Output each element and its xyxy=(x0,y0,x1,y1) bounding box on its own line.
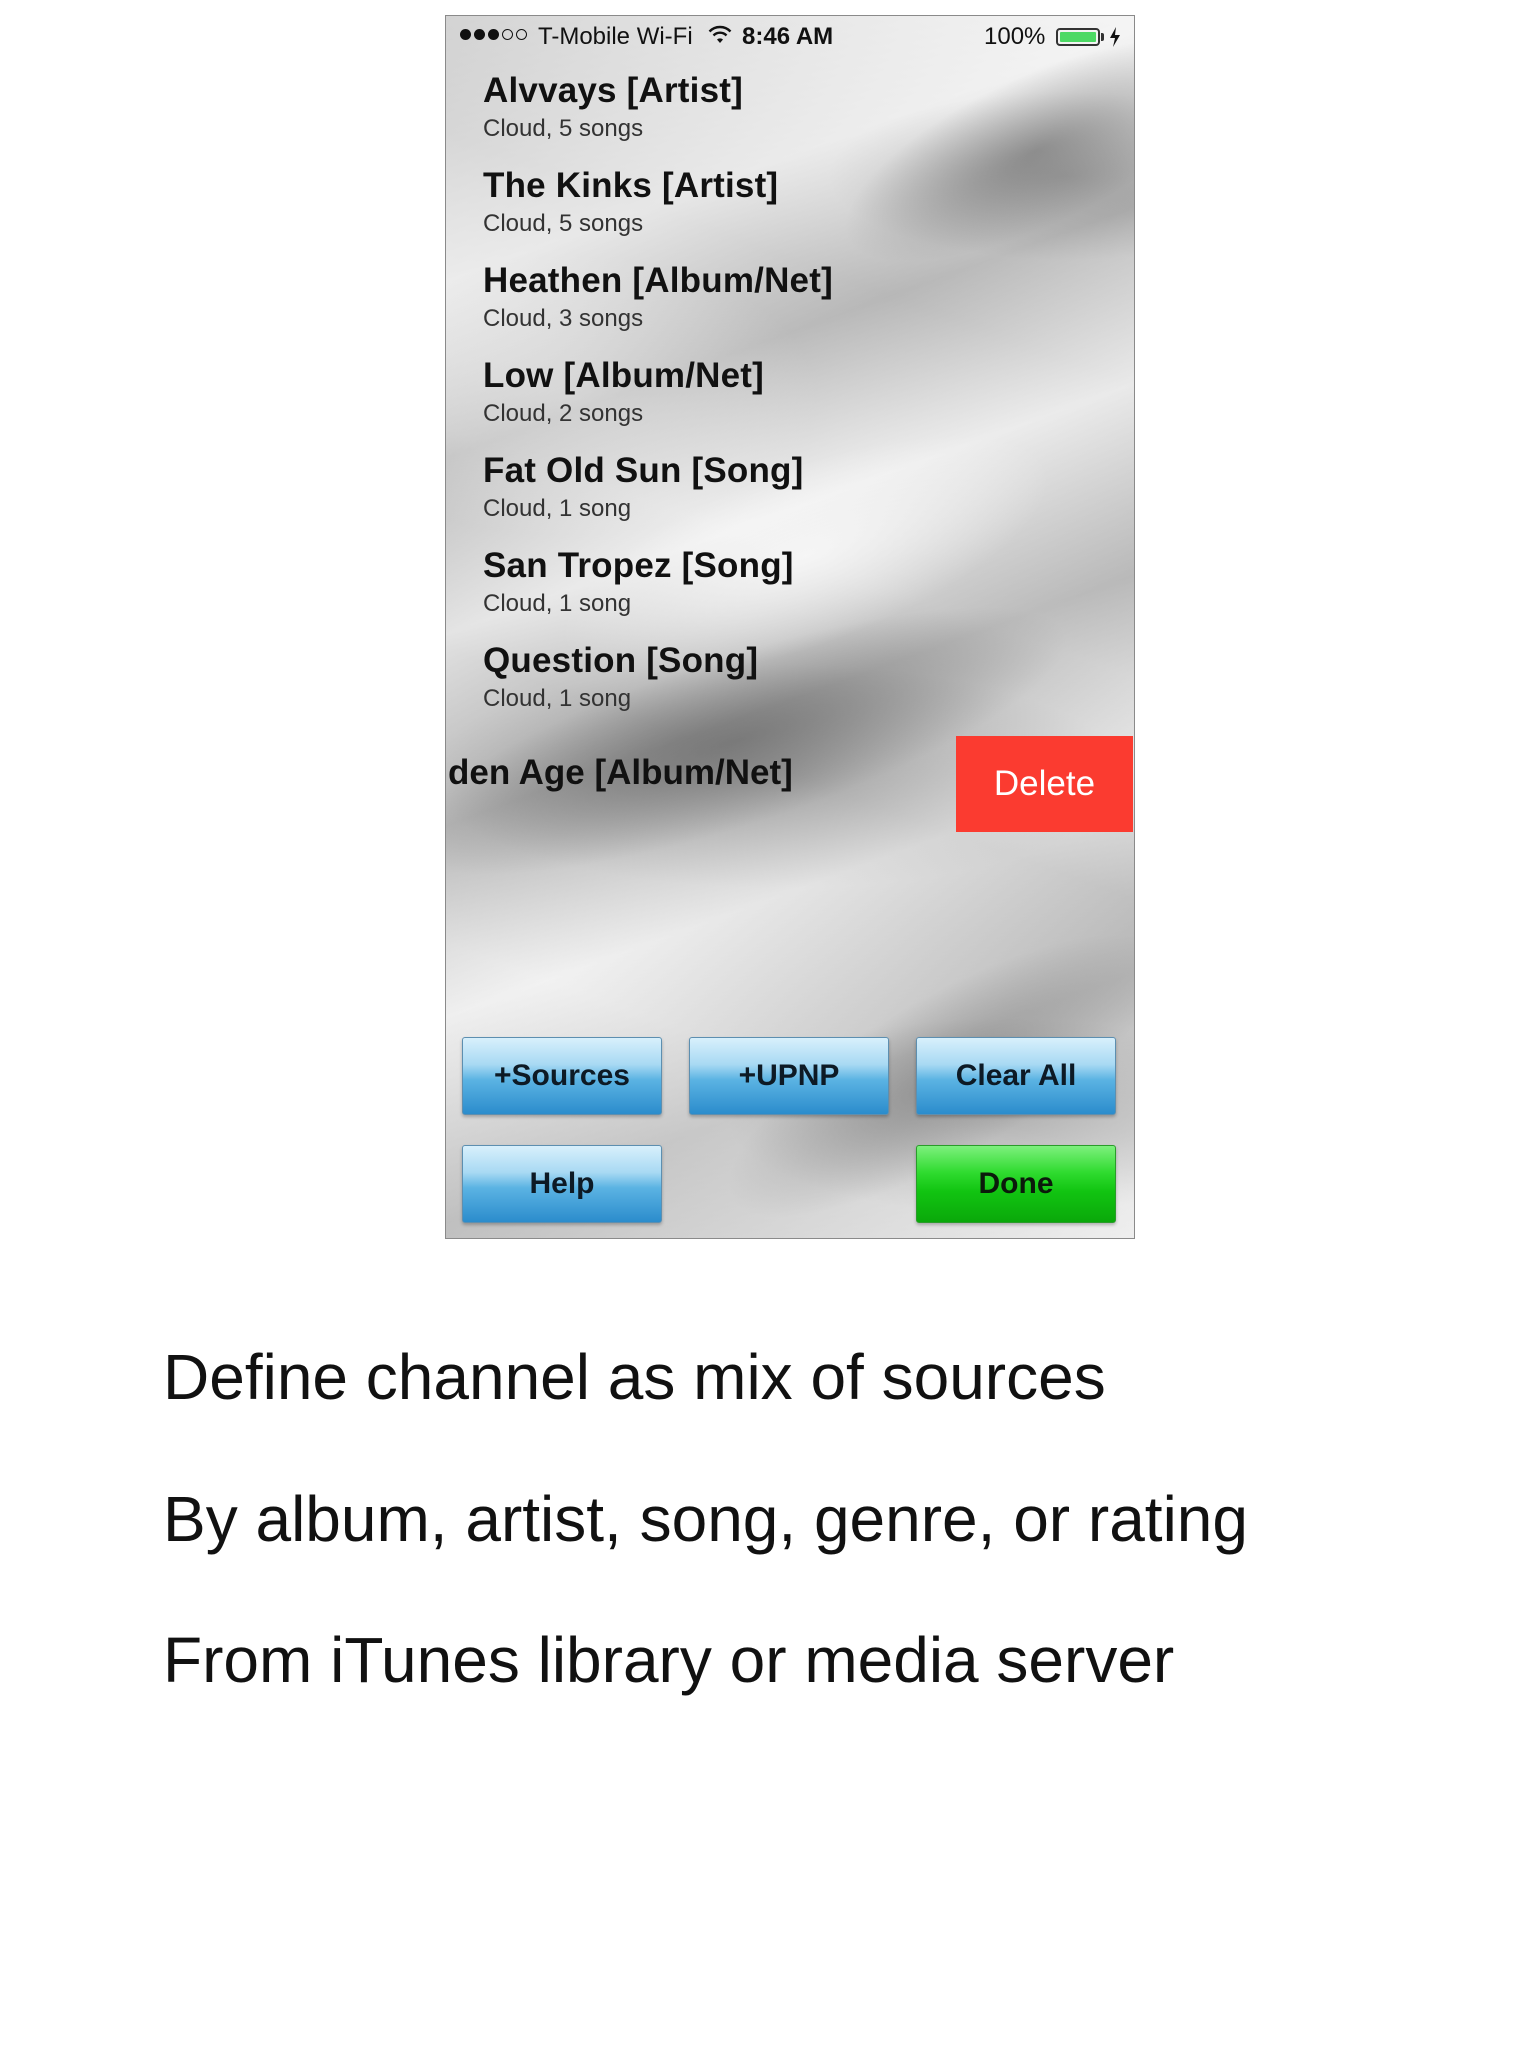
caption-line: Define channel as mix of sources xyxy=(163,1341,1106,1413)
battery-tip xyxy=(1101,33,1104,41)
battery-icon xyxy=(1056,28,1100,46)
phone-screen: T-Mobile Wi-Fi 8:46 AM 100% Alvvays [Art… xyxy=(445,15,1135,1239)
signal-dot xyxy=(488,29,499,40)
list-item[interactable]: Question [Song] Cloud, 1 song xyxy=(483,641,758,713)
list-item-title: Fat Old Sun [Song] xyxy=(483,451,804,490)
clock: 8:46 AM xyxy=(742,23,834,50)
carrier-label: T-Mobile Wi-Fi xyxy=(538,23,693,50)
list-item-title: San Tropez [Song] xyxy=(483,546,794,585)
list-item-title: Alvvays [Artist] xyxy=(483,71,743,110)
signal-dot xyxy=(474,29,485,40)
list-item-subtitle: Cloud, 5 songs xyxy=(483,115,644,142)
signal-dot xyxy=(516,29,527,40)
add-sources-button[interactable]: +Sources xyxy=(462,1037,662,1115)
list-item-subtitle: Cloud, 2 songs xyxy=(483,400,644,427)
charging-bolt-icon xyxy=(1110,27,1120,47)
list-item-title: Low [Album/Net] xyxy=(483,356,765,395)
signal-dot xyxy=(502,29,513,40)
list-item[interactable]: Alvvays [Artist] Cloud, 5 songs xyxy=(483,71,743,143)
wifi-icon xyxy=(708,25,732,43)
help-button[interactable]: Help xyxy=(462,1145,662,1223)
list-item[interactable]: The Kinks [Artist] Cloud, 5 songs xyxy=(483,166,778,238)
list-item-subtitle: Cloud, 1 song xyxy=(483,495,632,522)
list-item-title: Question [Song] xyxy=(483,641,759,680)
list-item-subtitle: Cloud, 5 songs xyxy=(483,210,644,237)
list-item-subtitle: Cloud, 1 song xyxy=(483,590,632,617)
caption-line: From iTunes library or media server xyxy=(163,1624,1175,1696)
list-item-subtitle: Cloud, 1 song xyxy=(483,685,632,712)
delete-button[interactable]: Delete xyxy=(956,736,1133,832)
swiped-list-item[interactable]: den Age [Album/Net] Delete xyxy=(446,736,1134,832)
list-item[interactable]: Low [Album/Net] Cloud, 2 songs xyxy=(483,356,764,428)
list-item[interactable]: Fat Old Sun [Song] Cloud, 1 song xyxy=(483,451,804,523)
list-item-title: den Age [Album/Net] xyxy=(448,753,793,792)
done-button[interactable]: Done xyxy=(916,1145,1116,1223)
battery-percent: 100% xyxy=(984,23,1046,50)
list-item[interactable]: Heathen [Album/Net] Cloud, 3 songs xyxy=(483,261,833,333)
signal-strength-icon xyxy=(460,29,527,40)
list-item[interactable]: San Tropez [Song] Cloud, 1 song xyxy=(483,546,794,618)
list-item-title: The Kinks [Artist] xyxy=(483,166,779,205)
clear-all-button[interactable]: Clear All xyxy=(916,1037,1116,1115)
caption-line: By album, artist, song, genre, or rating xyxy=(163,1483,1248,1555)
status-bar: T-Mobile Wi-Fi 8:46 AM 100% xyxy=(446,16,1134,60)
add-upnp-button[interactable]: +UPNP xyxy=(689,1037,889,1115)
list-item-title: Heathen [Album/Net] xyxy=(483,261,833,300)
battery-level xyxy=(1060,32,1096,42)
list-item-subtitle: Cloud, 3 songs xyxy=(483,305,644,332)
signal-dot xyxy=(460,29,471,40)
